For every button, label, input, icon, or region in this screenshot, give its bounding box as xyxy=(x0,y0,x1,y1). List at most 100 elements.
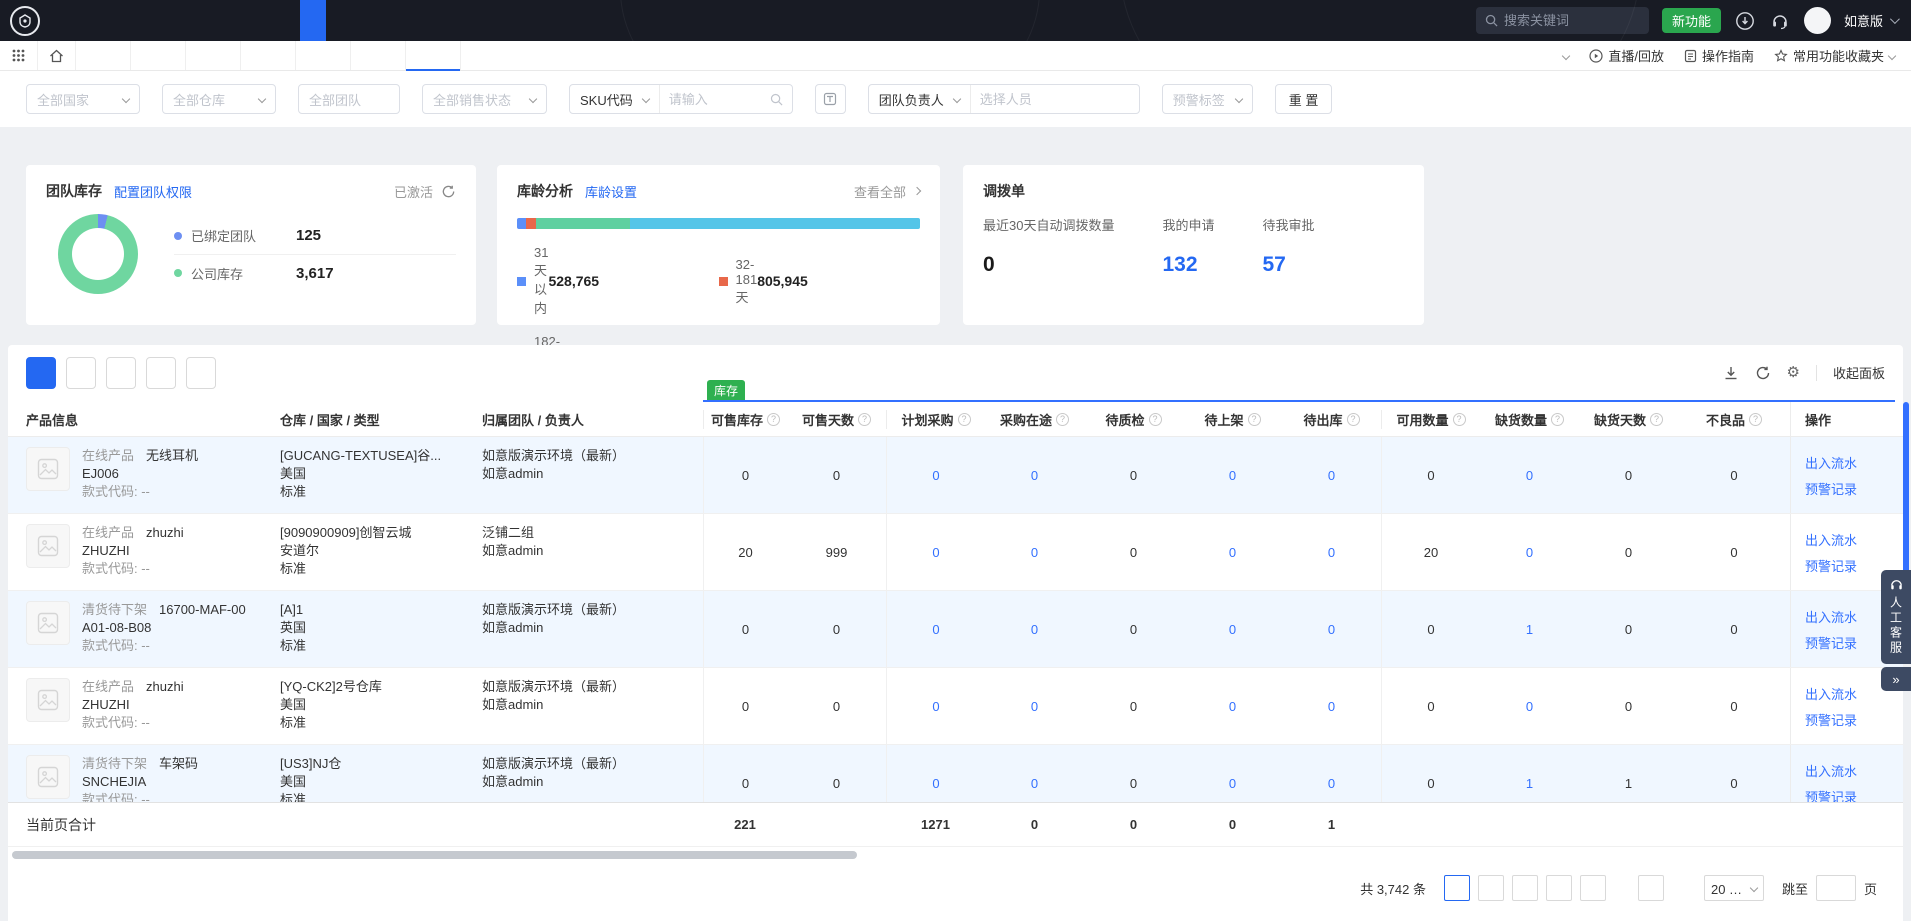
table-row[interactable]: 在线产品zhuzhi ZHUZHI 款式代码: -- [9090900909]创… xyxy=(8,514,1903,591)
cell-shortage-qty[interactable]: 0 xyxy=(1480,514,1579,590)
product-name[interactable]: zhuzhi xyxy=(146,525,184,540)
apps-grid-icon[interactable] xyxy=(0,41,38,70)
page-tab[interactable] xyxy=(76,41,131,70)
product-name[interactable]: 16700-MAF-00 xyxy=(159,602,246,617)
product-sku[interactable]: EJ006 xyxy=(82,465,198,483)
vertical-scrollbar-thumb[interactable] xyxy=(1903,402,1909,574)
table-row[interactable]: 清货待下架16700-MAF-00 A01-08-B08 款式代码: -- [A… xyxy=(8,591,1903,668)
info-icon[interactable] xyxy=(1347,413,1360,426)
col-header-team[interactable]: 归属团队 / 负责人 xyxy=(482,410,703,429)
cell-pending-shelve[interactable]: 0 xyxy=(1183,668,1282,744)
info-icon[interactable] xyxy=(1149,413,1162,426)
page-tab[interactable] xyxy=(406,41,461,70)
page-tab[interactable] xyxy=(296,41,351,70)
cell-planned-purchase[interactable]: 0 xyxy=(886,591,985,667)
col-header-numeric[interactable]: 可用数量 xyxy=(1381,410,1480,429)
collapse-widget-button[interactable]: » xyxy=(1881,667,1911,691)
main-nav-item[interactable] xyxy=(222,0,248,41)
cell-pending-shelve[interactable]: 0 xyxy=(1183,745,1282,802)
product-name[interactable]: 无线耳机 xyxy=(146,448,198,463)
cell-planned-purchase[interactable]: 0 xyxy=(886,437,985,513)
cell-shortage-qty[interactable]: 1 xyxy=(1480,591,1579,667)
cell-shortage-qty[interactable]: 0 xyxy=(1480,437,1579,513)
info-icon[interactable] xyxy=(858,413,871,426)
cell-pending-shelve[interactable]: 0 xyxy=(1183,437,1282,513)
toolbar-button[interactable] xyxy=(106,357,136,389)
main-nav-item[interactable] xyxy=(196,0,222,41)
inout-flow-link[interactable]: 出入流水 xyxy=(1805,453,1903,472)
info-icon[interactable] xyxy=(958,413,971,426)
cell-shortage-qty[interactable]: 0 xyxy=(1480,668,1579,744)
guide-link[interactable]: 操作指南 xyxy=(1684,46,1754,65)
download-center-icon[interactable] xyxy=(1734,10,1756,32)
col-header-numeric[interactable]: 待出库 xyxy=(1282,410,1381,429)
refresh-icon[interactable] xyxy=(1755,365,1771,381)
cell-planned-purchase[interactable]: 0 xyxy=(886,514,985,590)
main-nav-item[interactable] xyxy=(144,0,170,41)
col-header-numeric[interactable]: 可售天数 xyxy=(787,410,886,429)
home-icon[interactable] xyxy=(38,41,76,70)
new-feature-button[interactable]: 新功能 xyxy=(1662,8,1721,33)
table-row[interactable]: 在线产品无线耳机 EJ006 款式代码: -- [GUCANG-TEXTUSEA… xyxy=(8,437,1903,514)
info-icon[interactable] xyxy=(1453,413,1466,426)
info-icon[interactable] xyxy=(1749,413,1762,426)
refresh-icon[interactable] xyxy=(441,184,456,199)
col-header-numeric[interactable]: 待质检 xyxy=(1084,410,1183,429)
cell-planned-purchase[interactable]: 0 xyxy=(886,745,985,802)
inout-flow-link[interactable]: 出入流水 xyxy=(1805,530,1903,549)
edition-menu[interactable]: 如意版 xyxy=(1844,11,1897,30)
info-icon[interactable] xyxy=(1248,413,1261,426)
cell-purchase-in-transit[interactable]: 0 xyxy=(985,745,1084,802)
col-header-numeric[interactable]: 待上架 xyxy=(1183,410,1282,429)
info-icon[interactable] xyxy=(1056,413,1069,426)
cell-purchase-in-transit[interactable]: 0 xyxy=(985,437,1084,513)
cell-purchase-in-transit[interactable]: 0 xyxy=(985,514,1084,590)
page-button[interactable] xyxy=(1614,875,1630,901)
cell-pending-outbound[interactable]: 0 xyxy=(1282,591,1381,667)
page-button[interactable] xyxy=(1672,875,1688,901)
settings-gear-icon[interactable]: ⚙ xyxy=(1787,365,1800,380)
batch-input-button[interactable] xyxy=(815,84,846,114)
view-all-link[interactable]: 查看全部 xyxy=(854,182,920,201)
info-icon[interactable] xyxy=(1551,413,1564,426)
warning-record-link[interactable]: 预警记录 xyxy=(1805,787,1903,803)
sku-input[interactable] xyxy=(669,92,764,107)
warning-record-link[interactable]: 预警记录 xyxy=(1805,710,1903,729)
warning-record-link[interactable]: 预警记录 xyxy=(1805,479,1903,498)
cell-shortage-qty[interactable]: 1 xyxy=(1480,745,1579,802)
cell-purchase-in-transit[interactable]: 0 xyxy=(985,591,1084,667)
col-header-numeric[interactable]: 可售库存 xyxy=(703,410,787,429)
col-header-warehouse[interactable]: 仓库 / 国家 / 类型 xyxy=(280,410,482,429)
page-button[interactable] xyxy=(1512,875,1538,901)
main-nav-item[interactable] xyxy=(66,0,92,41)
toolbar-button[interactable] xyxy=(26,357,56,389)
page-button[interactable] xyxy=(1478,875,1504,901)
user-avatar[interactable] xyxy=(1804,7,1831,34)
page-button[interactable] xyxy=(1580,875,1606,901)
cell-pending-outbound[interactable]: 0 xyxy=(1282,437,1381,513)
product-sku[interactable]: ZHUZHI xyxy=(82,696,184,714)
product-image-placeholder[interactable] xyxy=(26,447,70,491)
toolbar-button[interactable] xyxy=(66,357,96,389)
product-name[interactable]: 车架码 xyxy=(159,756,198,771)
product-image-placeholder[interactable] xyxy=(26,678,70,722)
config-team-permission-link[interactable]: 配置团队权限 xyxy=(114,182,192,201)
product-sku[interactable]: ZHUZHI xyxy=(82,542,184,560)
sale-status-select[interactable]: 全部销售状态 xyxy=(422,84,547,114)
page-size-select[interactable]: 20 条/页 xyxy=(1704,875,1764,901)
collapse-panel-button[interactable]: 收起面板 xyxy=(1833,363,1885,382)
owner-type-select[interactable]: 团队负责人 xyxy=(869,85,971,113)
table-row[interactable]: 在线产品zhuzhi ZHUZHI 款式代码: -- [YQ-CK2]2号仓库 … xyxy=(8,668,1903,745)
export-download-icon[interactable] xyxy=(1723,365,1739,381)
info-icon[interactable] xyxy=(1650,413,1663,426)
col-header-numeric[interactable]: 缺货数量 xyxy=(1480,410,1579,429)
cell-purchase-in-transit[interactable]: 0 xyxy=(985,668,1084,744)
cell-pending-outbound[interactable]: 0 xyxy=(1282,745,1381,802)
favorites-menu[interactable]: 常用功能收藏夹 xyxy=(1774,46,1895,65)
main-nav-item[interactable] xyxy=(274,0,300,41)
col-header-numeric[interactable]: 缺货天数 xyxy=(1579,410,1678,429)
product-name[interactable]: zhuzhi xyxy=(146,679,184,694)
stock-age-setting-link[interactable]: 库龄设置 xyxy=(585,182,637,201)
page-tab[interactable] xyxy=(186,41,241,70)
product-sku[interactable]: SNCHEJIA xyxy=(82,773,198,791)
